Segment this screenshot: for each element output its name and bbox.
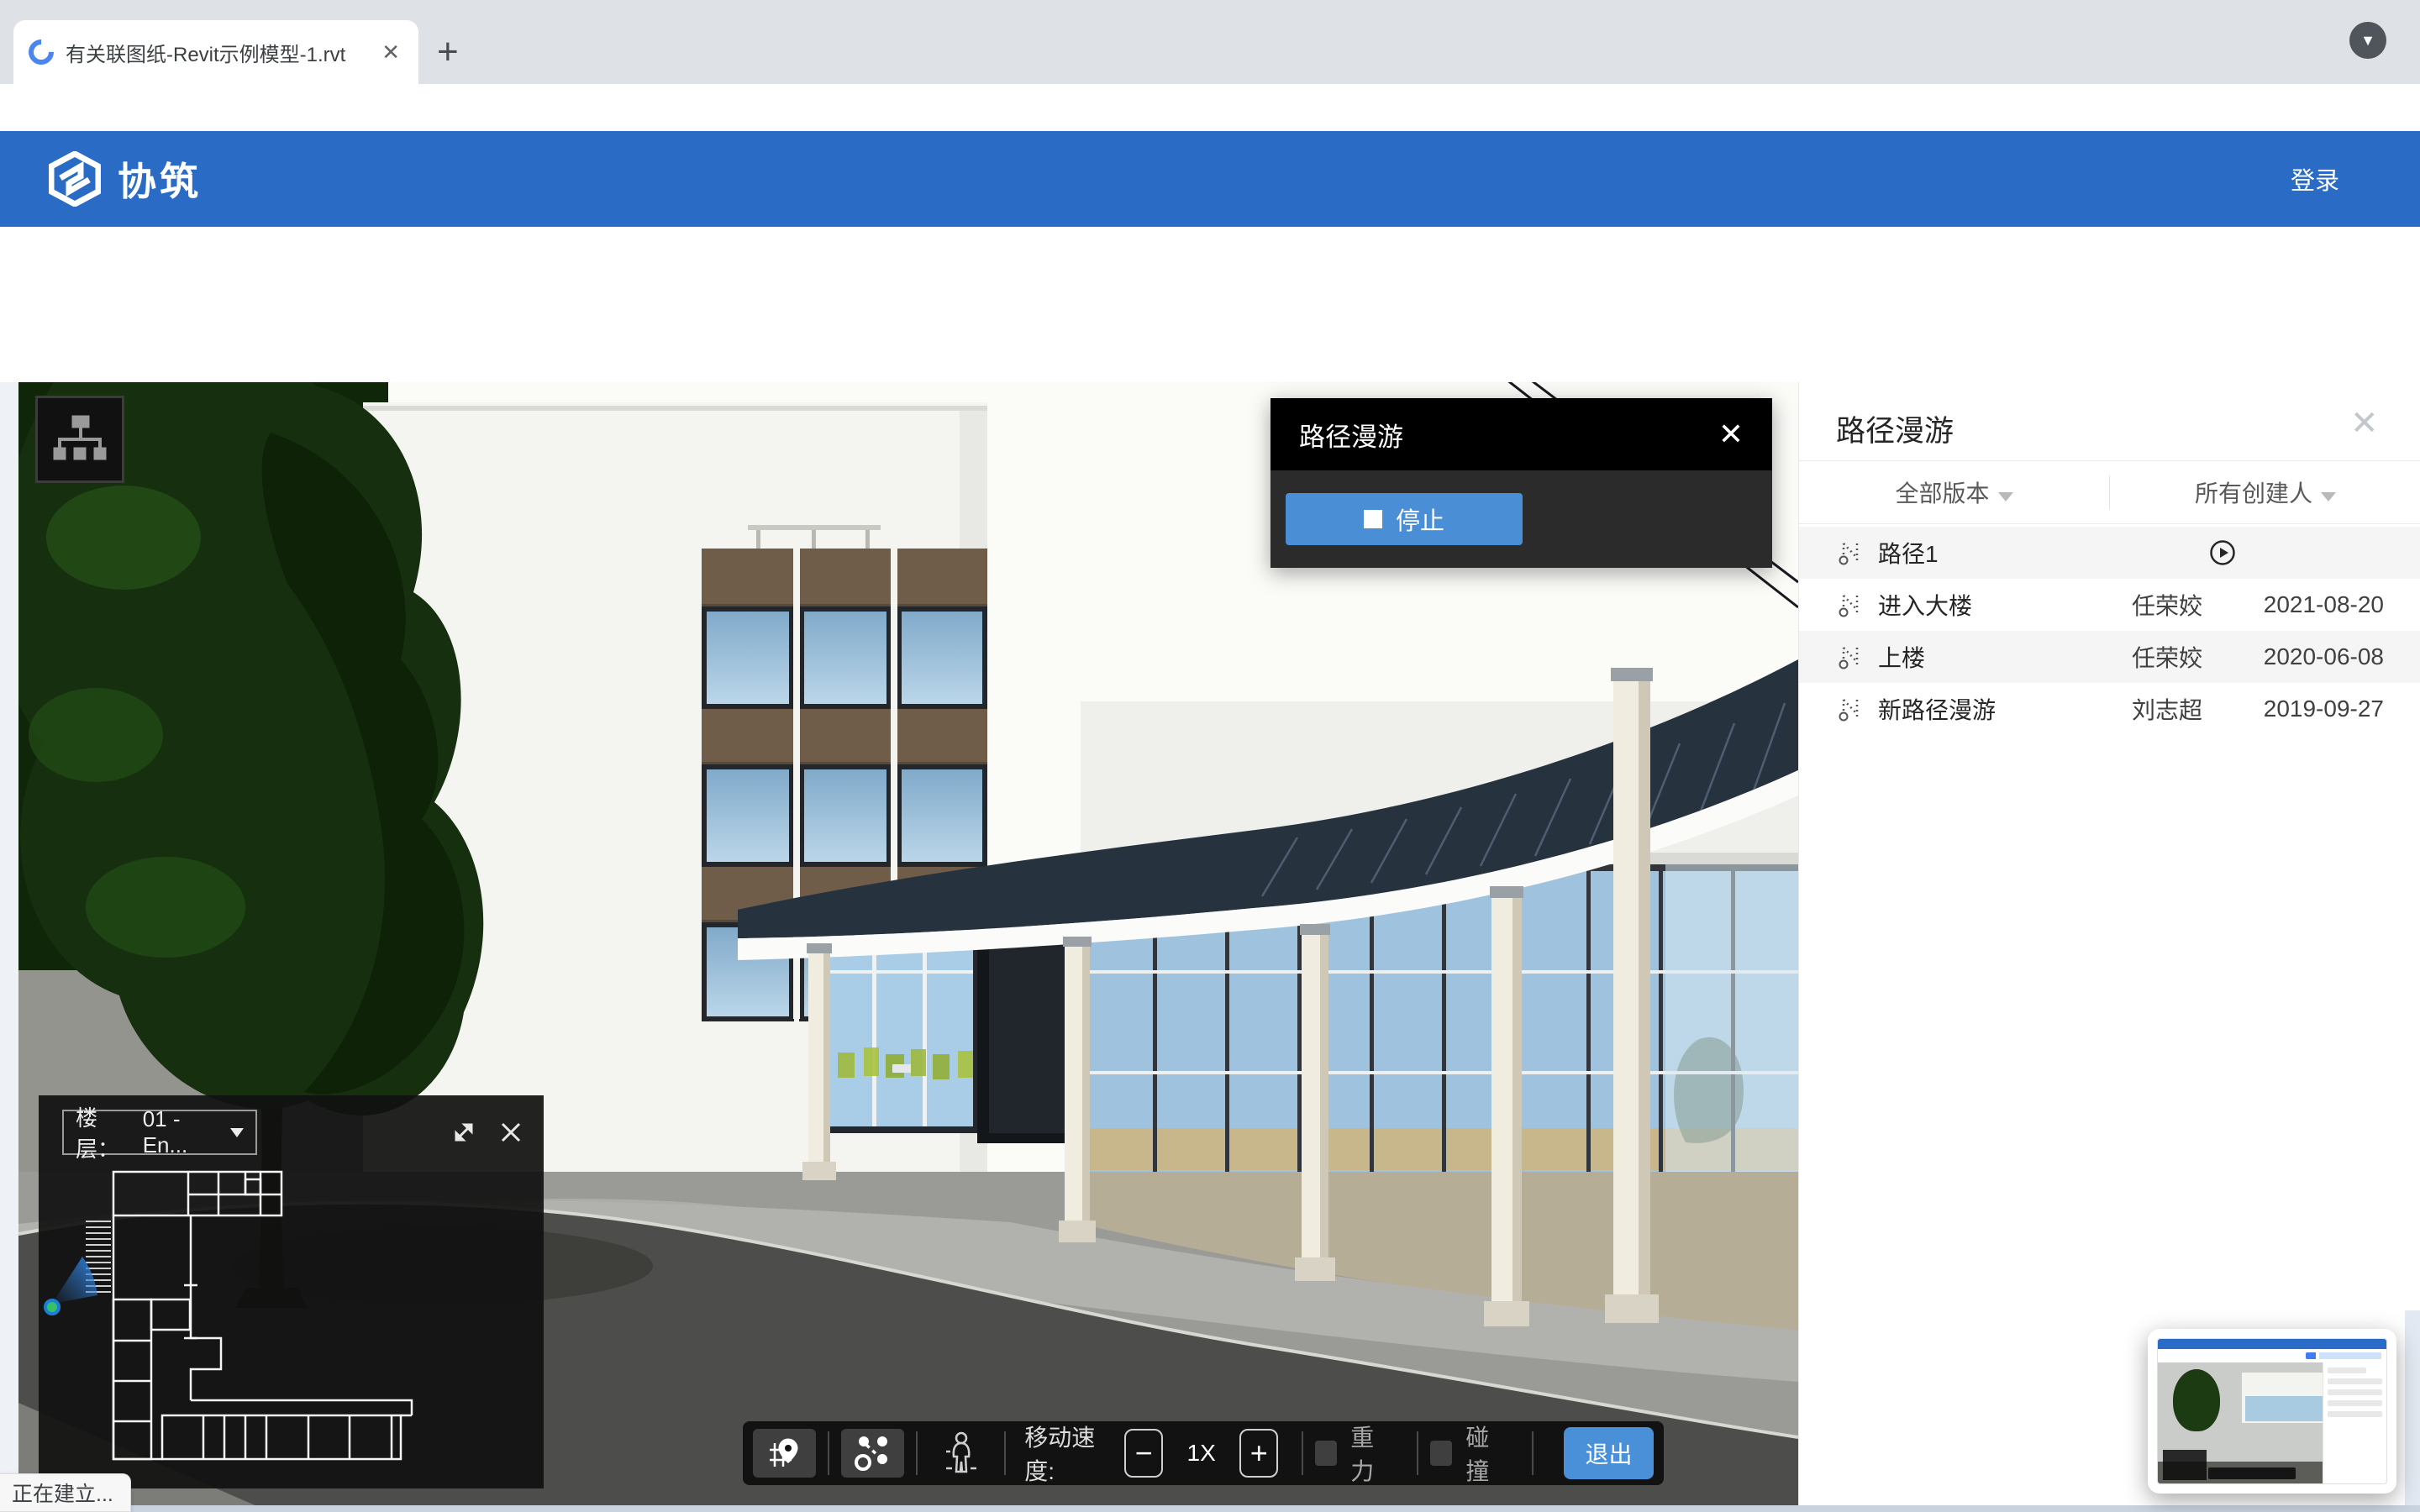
- map-pin-icon: [766, 1435, 803, 1472]
- chevron-down-icon: [1998, 492, 2013, 501]
- gravity-label: 重力: [1350, 1420, 1392, 1487]
- person-mode-button[interactable]: [929, 1429, 992, 1478]
- path-row[interactable]: 路径1: [1799, 527, 2420, 579]
- collision-checkbox[interactable]: [1430, 1441, 1452, 1466]
- window-bottom-edge: [0, 1505, 2420, 1512]
- document-header: RVT 有关联图纸-Revit示例模型-1.rvt 分享者： 陈工 分享时间： …: [0, 227, 2420, 382]
- chevron-down-icon: [2321, 492, 2336, 501]
- path-points-button[interactable]: [841, 1429, 904, 1478]
- stop-square-icon: [1364, 510, 1382, 528]
- tab-close-icon[interactable]: ✕: [378, 39, 403, 66]
- xiezhu-logo-icon: [49, 151, 101, 207]
- minimap-panel: 楼层： 01 - En...: [39, 1095, 544, 1488]
- sidebar-title: 路径漫游: [1836, 407, 1954, 450]
- speed-value: 1X: [1163, 1440, 1239, 1467]
- model-tree-button[interactable]: [35, 396, 124, 483]
- minimap-close-icon[interactable]: [498, 1120, 523, 1145]
- speed-decrease-button[interactable]: −: [1124, 1429, 1163, 1478]
- walkthrough-panel: 路径漫游 ✕ 停止: [1270, 398, 1772, 568]
- tab-title: 有关联图纸-Revit示例模型-1.rvt: [66, 38, 366, 67]
- walkthrough-toolbar: 移动速度: − 1X + 重力 碰撞 退出: [743, 1421, 1664, 1485]
- sidebar-close-icon[interactable]: ✕: [2350, 404, 2379, 443]
- path-icon: [1838, 592, 1863, 617]
- login-button[interactable]: 登录: [2291, 161, 2339, 197]
- tab-search-icon[interactable]: ▼: [2349, 22, 2386, 59]
- path-icon: [1838, 696, 1863, 722]
- camera-view-cone: [52, 1257, 97, 1304]
- browser-toolbar: ← → ✕ xz.glodon.com/document/token/gKlxB…: [0, 84, 2420, 131]
- creator-filter[interactable]: 所有创建人: [2110, 475, 2420, 509]
- floor-label: 楼层：: [76, 1101, 134, 1163]
- speed-label: 移动速度:: [1024, 1420, 1113, 1487]
- floor-dropdown[interactable]: 楼层： 01 - En...: [62, 1110, 257, 1155]
- brand-name[interactable]: 协筑: [118, 151, 202, 207]
- chevron-down-icon: [230, 1128, 244, 1137]
- browser-tab-strip: 有关联图纸-Revit示例模型-1.rvt ✕ + ▼: [0, 0, 2420, 84]
- browser-status-text: 正在建立...: [0, 1473, 131, 1512]
- minimap-toggle-button[interactable]: [753, 1429, 816, 1478]
- path-row[interactable]: 新路径漫游 刘志超 2019-09-27: [1799, 683, 2420, 735]
- new-tab-button[interactable]: +: [437, 34, 459, 71]
- floor-plan: [39, 1169, 544, 1488]
- path-icon: [1838, 540, 1863, 565]
- expand-icon[interactable]: [451, 1120, 476, 1145]
- walkthrough-panel-close-icon[interactable]: ✕: [1718, 417, 1744, 452]
- site-favicon: [24, 34, 59, 70]
- collision-label: 碰撞: [1465, 1420, 1507, 1487]
- window-right-edge: [2405, 1310, 2420, 1505]
- screenshot-preview-thumbnail[interactable]: [2148, 1329, 2396, 1494]
- gravity-checkbox[interactable]: [1315, 1441, 1337, 1466]
- waypoints-icon: [854, 1434, 892, 1473]
- speed-increase-button[interactable]: +: [1239, 1429, 1278, 1478]
- left-gutter: [0, 382, 18, 1512]
- play-button[interactable]: [2209, 539, 2236, 566]
- floor-value: 01 - En...: [143, 1106, 222, 1158]
- browser-tab[interactable]: 有关联图纸-Revit示例模型-1.rvt ✕: [13, 20, 418, 84]
- path-row[interactable]: 进入大楼 任荣姣 2021-08-20: [1799, 579, 2420, 631]
- app-header: 协筑 登录: [0, 131, 2420, 227]
- path-icon: [1838, 644, 1863, 669]
- version-filter[interactable]: 全部版本: [1799, 475, 2110, 509]
- person-icon: [944, 1431, 978, 1475]
- path-row[interactable]: 上楼 任荣姣 2020-06-08: [1799, 631, 2420, 683]
- camera-position-dot[interactable]: [45, 1300, 59, 1314]
- model-tree-icon: [52, 414, 108, 465]
- screenshot-preview-image: [2157, 1338, 2387, 1484]
- walkthrough-panel-title: 路径漫游: [1299, 416, 1403, 454]
- exit-button[interactable]: 退出: [1564, 1427, 1654, 1479]
- stop-button[interactable]: 停止: [1286, 493, 1523, 545]
